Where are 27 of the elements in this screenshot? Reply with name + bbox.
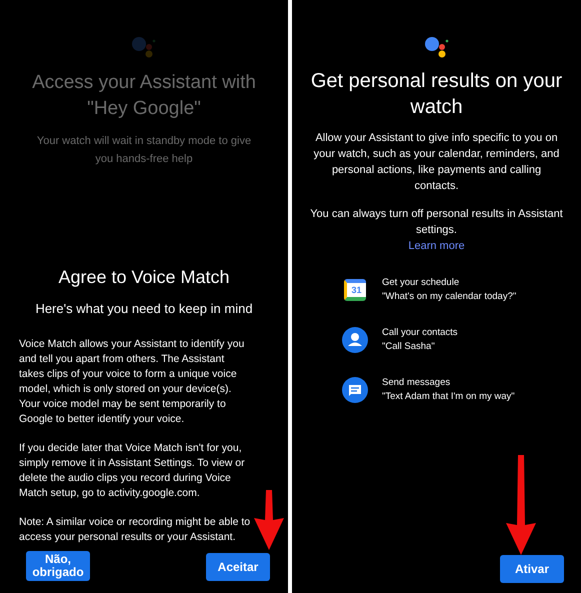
learn-more-link[interactable]: Learn more <box>408 238 465 254</box>
feature-title: Send messages <box>382 376 452 390</box>
calendar-icon: 31 <box>344 279 366 301</box>
accept-button[interactable]: Aceitar <box>206 553 270 581</box>
assistant-logo-icon <box>424 36 450 58</box>
faded-subtitle: Your watch will wait in standby mode to give you hands-free help <box>36 134 252 167</box>
feature-example: "Text Adam that I'm on my way" <box>382 390 515 404</box>
screen-title: Get personal results on your watch <box>310 69 564 120</box>
activate-button[interactable]: Ativar <box>500 555 564 583</box>
body-paragraph: Allow your Assistant to give info specific to you on your watch, such as your calendar, reminders, and personal actions, like payments and calling contacts. <box>312 131 560 194</box>
arrow-icon <box>504 455 538 555</box>
feature-title: Call your contacts <box>382 326 458 340</box>
assistant-logo-icon <box>131 36 157 58</box>
screen-title: Agree to Voice Match <box>58 266 230 289</box>
body-paragraph: If you decide later that Voice Match isn't for you, simply remove it in Assistant Settings. To view or delete the audio clips you record during Voice Match setup, go to activity.google.com. <box>19 440 246 500</box>
feature-title: Get your schedule <box>382 276 460 290</box>
faded-title: Access your Assistant with "Hey Google" <box>31 71 257 121</box>
screen-subtitle: Here's what you need to keep in mind <box>35 300 253 318</box>
body-paragraph: You can always turn off personal results in Assistant settings. <box>310 207 563 238</box>
body-paragraph: Voice Match allows your Assistant to identify you and tell you apart from others. The Assistant takes clips of your voice to form a unique voice model, which is only stored on your device(s). Your voice model may be sent temporarily to Google to better identify your voice. <box>19 336 246 426</box>
decline-button[interactable]: Não, obrigado <box>26 551 90 581</box>
arrow-icon <box>252 490 286 550</box>
contact-icon <box>342 327 368 353</box>
message-icon <box>342 377 368 403</box>
body-paragraph: Note: A similar voice or recording might be able to access your personal results or your Assistant. <box>19 514 252 544</box>
feature-example: "What's on my calendar today?" <box>382 290 516 304</box>
feature-example: "Call Sasha" <box>382 340 436 354</box>
